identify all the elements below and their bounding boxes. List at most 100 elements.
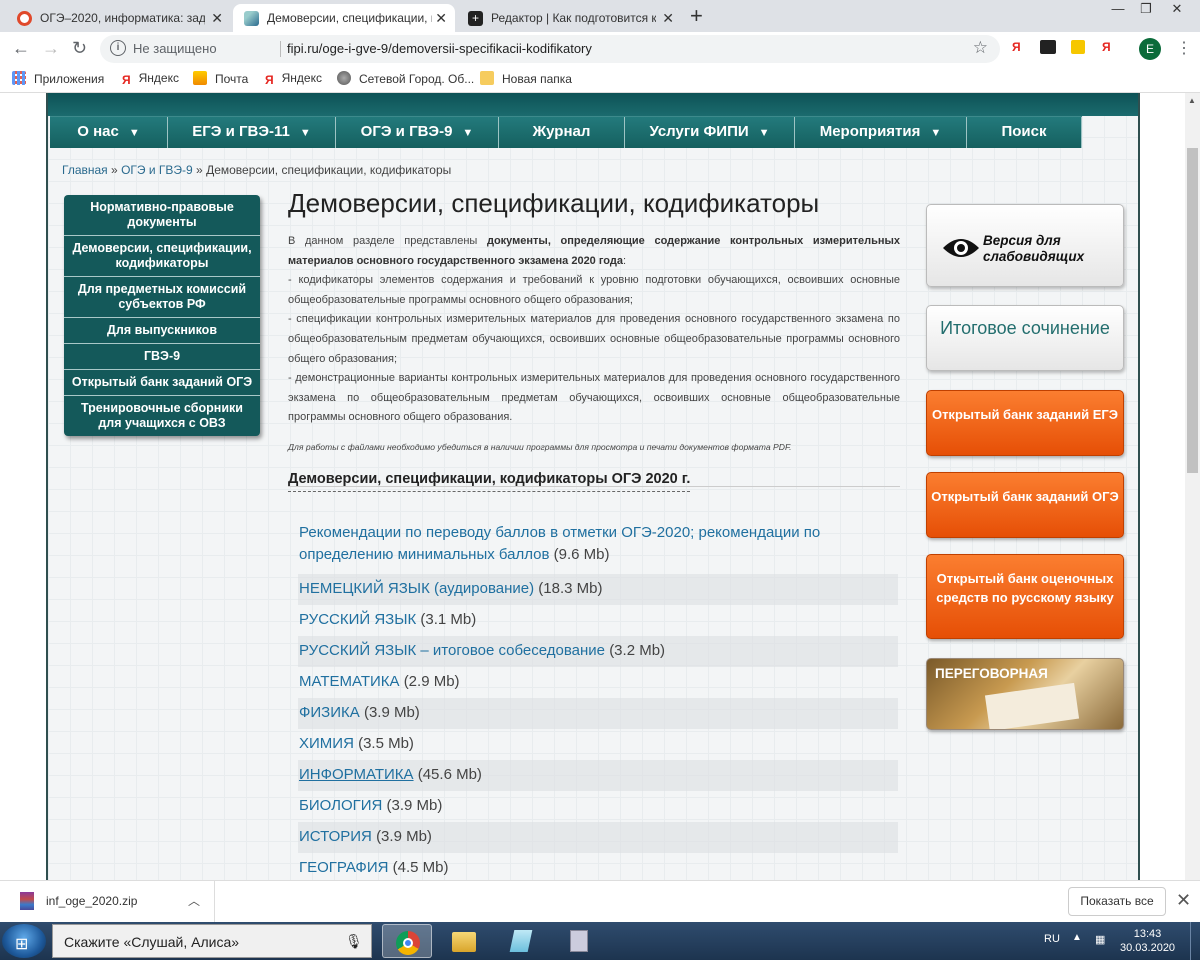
document-link[interactable]: ИНФОРМАТИКА xyxy=(299,766,414,783)
bookmark-new-folder[interactable]: Новая папка xyxy=(480,71,572,86)
document-row: ИНФОРМАТИКА (45.6 Mb) xyxy=(298,760,898,791)
web-page: О нас ▼ ЕГЭ и ГВЭ-11 ▼ ОГЭ и ГВЭ-9 ▼ Журнал… xyxy=(0,93,1185,880)
nav-events[interactable]: Мероприятия ▼ xyxy=(795,117,967,148)
sidebar-item-ovz-collections[interactable]: Тренировочные сборники для учащихся с ОВ… xyxy=(64,396,260,436)
yandex-icon: Я xyxy=(265,73,274,87)
nav-label: ОГЭ и ГВЭ-9 xyxy=(360,123,453,140)
vertical-scrollbar[interactable]: ▲ xyxy=(1185,93,1200,880)
document-link[interactable]: ИСТОРИЯ xyxy=(299,828,372,845)
breadcrumb-section[interactable]: ОГЭ и ГВЭ-9 xyxy=(121,163,193,177)
sidebar-item-normative[interactable]: Нормативно-правовые документы xyxy=(64,195,260,236)
system-clock[interactable]: 13:43 30.03.2020 xyxy=(1120,927,1175,955)
back-icon[interactable]: ← xyxy=(12,38,30,59)
bookmark-apps[interactable]: Приложения xyxy=(12,71,104,86)
taskbar-explorer[interactable] xyxy=(438,924,488,958)
url-text[interactable]: fipi.ru/oge-i-gve-9/demoversii-specifika… xyxy=(287,41,592,56)
sidebar-item-graduates[interactable]: Для выпускников xyxy=(64,318,260,344)
extension-badge-icon[interactable] xyxy=(1071,40,1085,54)
profile-avatar[interactable]: E xyxy=(1139,38,1161,60)
yandex-icon: Я xyxy=(122,73,131,87)
language-indicator[interactable]: RU xyxy=(1044,933,1060,945)
bookmark-star-icon[interactable]: ☆ xyxy=(973,38,988,58)
sidebar-item-open-bank-oge[interactable]: Открытый банк заданий ОГЭ xyxy=(64,370,260,396)
bookmark-yandex[interactable]: Я Яндекс xyxy=(265,71,322,87)
search-placeholder: Скажите «Слушай, Алиса» xyxy=(64,934,240,950)
sidebar-item-gve9[interactable]: ГВЭ-9 xyxy=(64,344,260,370)
document-link[interactable]: РУССКИЙ ЯЗЫК – итоговое собеседование xyxy=(299,642,605,659)
network-icon[interactable]: ▦ xyxy=(1095,933,1105,946)
restore-icon[interactable]: ❐ xyxy=(1134,0,1158,18)
show-all-downloads-button[interactable]: Показать все xyxy=(1068,887,1166,916)
address-bar[interactable]: i Не защищено fipi.ru/oge-i-gve-9/demove… xyxy=(100,35,1000,63)
document-link[interactable]: НЕМЕЦКИЙ ЯЗЫК (аудирование) xyxy=(299,580,534,597)
document-link[interactable]: БИОЛОГИЯ xyxy=(299,797,382,814)
forward-icon[interactable]: → xyxy=(42,38,60,59)
bookmark-network-city[interactable]: Сетевой Город. Об... xyxy=(337,71,474,86)
tab-oge-informatika[interactable]: ОГЭ–2020, информатика: задан ✕ xyxy=(6,4,231,32)
file-size: (3.1 Mb) xyxy=(420,611,477,628)
meeting-room-banner[interactable]: ПЕРЕГОВОРНАЯ xyxy=(926,658,1124,730)
nav-journal[interactable]: Журнал xyxy=(499,117,625,148)
yandex-extension-icon[interactable]: Я xyxy=(1102,40,1111,54)
close-icon[interactable]: ✕ xyxy=(1176,890,1191,911)
scroll-up-icon[interactable]: ▲ xyxy=(1188,96,1196,105)
document-link[interactable]: ФИЗИКА xyxy=(299,704,360,721)
document-link[interactable]: ХИМИЯ xyxy=(299,735,354,752)
nav-about[interactable]: О нас ▼ xyxy=(50,117,168,148)
browser-menu-icon[interactable]: ⋮ xyxy=(1176,38,1192,58)
sidebar-item-demoversii[interactable]: Демоверсии, спецификации, кодификаторы xyxy=(64,236,260,277)
taskbar-notes[interactable] xyxy=(496,924,546,958)
nav-search[interactable]: Поиск xyxy=(967,117,1082,148)
close-tab-icon[interactable]: ✕ xyxy=(662,4,674,32)
low-vision-version-button[interactable]: Версия для слабовидящих xyxy=(926,204,1124,287)
scrollbar-thumb[interactable] xyxy=(1187,148,1198,473)
tab-editor[interactable]: + Редактор | Как подготовится к С ✕ xyxy=(457,4,682,32)
document-link[interactable]: ГЕОГРАФИЯ xyxy=(299,859,388,876)
tab-demoversii[interactable]: Демоверсии, спецификации, ко ✕ xyxy=(233,4,455,32)
bullet-demo-versions: - демонстрационные варианты контрольных … xyxy=(288,372,900,424)
show-desktop-button[interactable] xyxy=(1190,922,1200,960)
open-bank-russian-button[interactable]: Открытый банк оценочных средств по русск… xyxy=(926,554,1124,639)
final-essay-button[interactable]: Итоговое сочинение xyxy=(926,305,1124,371)
start-button[interactable]: ⊞ xyxy=(2,924,46,958)
nav-ege[interactable]: ЕГЭ и ГВЭ-11 ▼ xyxy=(168,117,336,148)
extension-badge-icon[interactable] xyxy=(1040,40,1056,54)
open-bank-ege-button[interactable]: Открытый банк заданий ЕГЭ xyxy=(926,390,1124,456)
breadcrumb-separator: » xyxy=(111,163,118,177)
nav-oge[interactable]: ОГЭ и ГВЭ-9 ▼ xyxy=(336,117,499,148)
yandex-extension-icon[interactable]: Я xyxy=(1012,40,1021,54)
security-label: Не защищено xyxy=(133,41,217,56)
breadcrumb-home[interactable]: Главная xyxy=(62,163,108,177)
sidebar-item-commissions[interactable]: Для предметных комиссий субъектов РФ xyxy=(64,277,260,318)
site-container: О нас ▼ ЕГЭ и ГВЭ-11 ▼ ОГЭ и ГВЭ-9 ▼ Журнал… xyxy=(46,93,1140,880)
info-icon[interactable]: i xyxy=(110,40,126,56)
bookmark-yandex[interactable]: Я Яндекс xyxy=(122,71,179,87)
taskbar-chrome[interactable] xyxy=(382,924,432,958)
nav-label: Мероприятия xyxy=(819,123,921,140)
close-window-icon[interactable]: ✕ xyxy=(1165,0,1189,18)
file-size: (3.9 Mb) xyxy=(386,797,443,814)
tray-chevron-icon[interactable]: ▲ xyxy=(1072,932,1082,943)
tab-title: Демоверсии, спецификации, ко xyxy=(267,11,432,25)
section-heading: Демоверсии, спецификации, кодификаторы О… xyxy=(288,471,691,492)
open-bank-oge-button[interactable]: Открытый банк заданий ОГЭ xyxy=(926,472,1124,538)
bookmark-label: Яндекс xyxy=(281,71,322,85)
nav-services[interactable]: Услуги ФИПИ ▼ xyxy=(625,117,795,148)
document-link[interactable]: МАТЕМАТИКА xyxy=(299,673,400,690)
download-filename[interactable]: inf_oge_2020.zip xyxy=(46,894,137,908)
document-link[interactable]: РУССКИЙ ЯЗЫК xyxy=(299,611,416,628)
clock-date: 30.03.2020 xyxy=(1120,942,1176,954)
new-tab-icon[interactable]: + xyxy=(690,3,703,29)
alice-search-box[interactable]: Скажите «Слушай, Алиса» 🎙 xyxy=(52,924,372,958)
reload-icon[interactable]: ↻ xyxy=(72,38,87,59)
bookmark-mail[interactable]: Почта xyxy=(193,71,248,86)
taskbar-calculator[interactable] xyxy=(554,924,604,958)
close-tab-icon[interactable]: ✕ xyxy=(211,4,223,32)
microphone-icon[interactable]: 🎙 xyxy=(345,933,363,950)
chevron-up-icon[interactable]: ︿ xyxy=(188,892,200,909)
close-tab-icon[interactable]: ✕ xyxy=(435,4,447,32)
document-row: РУССКИЙ ЯЗЫК – итоговое собеседование (3… xyxy=(298,636,898,667)
minimize-icon[interactable]: — xyxy=(1106,0,1130,18)
bookmark-label: Яндекс xyxy=(138,71,179,85)
bookmark-label: Приложения xyxy=(34,72,105,86)
